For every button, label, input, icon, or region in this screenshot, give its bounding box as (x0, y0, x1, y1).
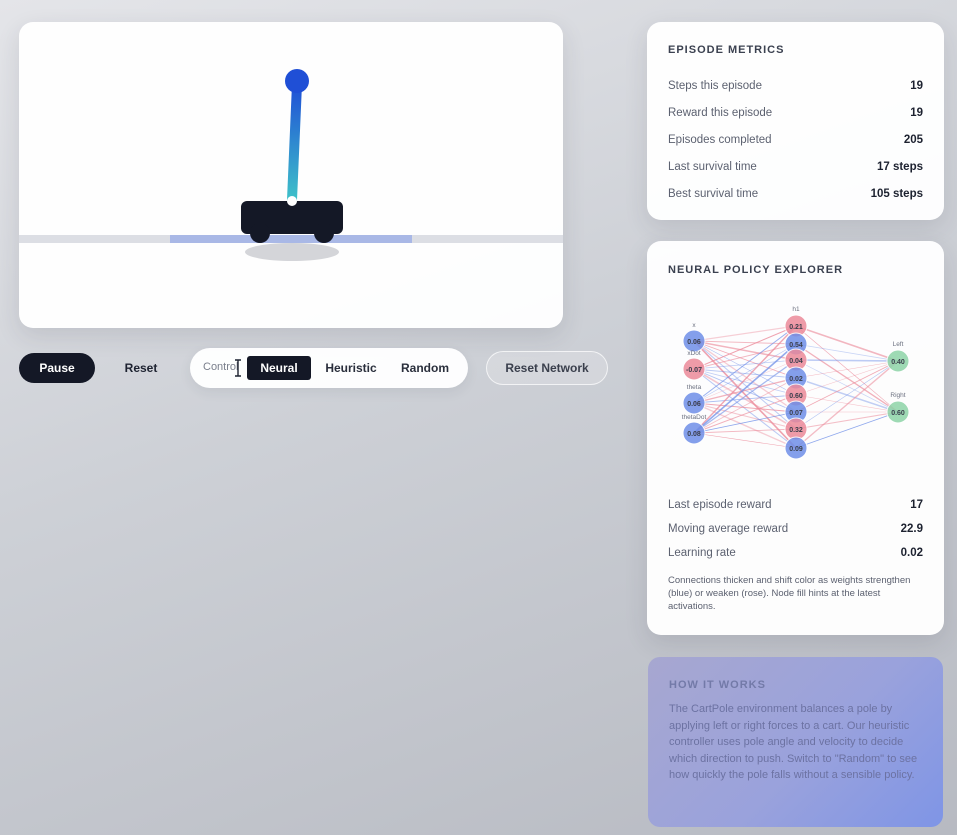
cart-shadow (245, 243, 339, 261)
metric-row: Best survival time 105 steps (668, 180, 923, 207)
how-text: The CartPole environment balances a pole… (669, 703, 918, 781)
network-diagram: 0.06 x -0.07 xDot 0.06 theta 0.08 thetaDot h1 0.2… (682, 306, 910, 460)
metrics-title: EPISODE METRICS (668, 44, 785, 56)
explorer-stat-row: Moving average reward 22.9 (668, 517, 923, 541)
explorer-stat-row: Learning rate 0.02 (668, 541, 923, 565)
text-cursor-icon (235, 359, 241, 377)
input-node-value: 0.06 (687, 339, 701, 346)
input-node-value: 0.08 (687, 431, 701, 438)
input-node-label: x (692, 322, 696, 329)
metric-value: 19 (910, 79, 923, 92)
track-highlight (170, 235, 412, 243)
metric-value: 105 steps (870, 187, 923, 200)
metric-label: Steps this episode (668, 79, 762, 92)
network-connection (795, 360, 899, 379)
hidden-node-value: 0.60 (789, 393, 803, 400)
stat-value: 22.9 (900, 523, 923, 535)
input-node-label: theta (687, 384, 702, 391)
metric-row: Last survival time 17 steps (668, 153, 923, 180)
metric-value: 17 steps (876, 160, 923, 173)
network-connection (795, 359, 899, 362)
mode-random-button[interactable]: Random (394, 356, 456, 380)
metric-label: Best survival time (668, 187, 759, 200)
hidden-node-value: 0.32 (789, 427, 803, 434)
metric-value: 205 (903, 133, 923, 146)
episode-metrics-panel: EPISODE METRICS Steps this episode 19 Rew… (647, 22, 944, 220)
explorer-note: Connections thicken and shift color as w… (668, 575, 911, 612)
pole-tip (285, 69, 309, 93)
input-node-value: 0.06 (687, 401, 701, 408)
metric-label: Episodes completed (668, 133, 772, 146)
cart-wheel-left (250, 223, 270, 243)
cart-wheel-right (314, 223, 334, 243)
pole-pivot (287, 196, 297, 206)
reset-network-button[interactable]: Reset Network (486, 351, 608, 385)
network-connection (795, 411, 899, 449)
output-node-value: 0.60 (891, 410, 905, 417)
hidden-node-value: 0.09 (789, 446, 803, 453)
explorer-stat-row: Last episode reward 17 (668, 493, 923, 517)
hidden-node-value: 0.02 (789, 376, 803, 383)
network-connection (693, 325, 797, 342)
reset-button[interactable]: Reset (111, 353, 171, 383)
output-node-label: Left (893, 341, 904, 348)
explorer-title: NEURAL POLICY EXPLORER (668, 264, 844, 276)
metric-row: Steps this episode 19 (668, 72, 923, 99)
network-connection (693, 368, 797, 449)
metric-label: Last survival time (668, 160, 757, 173)
stat-label: Learning rate (668, 547, 736, 559)
output-node-label: Right (890, 392, 905, 399)
simulation-canvas (19, 22, 563, 328)
stat-value: 17 (910, 499, 923, 511)
metric-row: Episodes completed 205 (668, 126, 923, 153)
network-connection (693, 394, 797, 434)
metric-value: 19 (910, 106, 923, 119)
stat-value: 0.02 (900, 547, 923, 559)
neural-policy-explorer-panel: NEURAL POLICY EXPLORER 0.06 x -0.07 xDot 0.0… (647, 241, 944, 635)
cartpole-scene (19, 69, 563, 261)
network-connection (795, 360, 899, 396)
control-mode-selector: Control Neural Heuristic Random (190, 348, 468, 388)
network-connection (795, 360, 899, 430)
network-connection (795, 343, 899, 362)
hidden-layer-label: h1 (792, 306, 800, 313)
stat-label: Last episode reward (668, 499, 772, 511)
input-node-value: -0.07 (686, 367, 702, 374)
network-connection (795, 394, 899, 413)
mode-neural-button[interactable]: Neural (247, 356, 311, 380)
input-node-label: thetaDot (682, 414, 707, 421)
stat-label: Moving average reward (668, 523, 789, 535)
hidden-node-value: 0.07 (789, 410, 803, 417)
input-node-label: xDot (687, 350, 701, 357)
pole (287, 79, 302, 205)
hidden-node-value: 0.21 (789, 324, 803, 331)
hidden-node-value: 0.54 (789, 342, 803, 349)
network-connection (795, 411, 899, 430)
network-connection (795, 325, 899, 362)
pause-button[interactable]: Pause (19, 353, 95, 383)
metric-label: Reward this episode (668, 106, 773, 119)
how-it-works-panel: HOW IT WORKS The CartPole environment ba… (648, 657, 943, 827)
hidden-node-value: 0.04 (789, 358, 803, 365)
how-title: HOW IT WORKS (669, 679, 766, 691)
mode-heuristic-button[interactable]: Heuristic (316, 356, 386, 380)
network-connection (693, 402, 797, 413)
output-node-value: 0.40 (891, 359, 905, 366)
metric-row: Reward this episode 19 (668, 99, 923, 126)
